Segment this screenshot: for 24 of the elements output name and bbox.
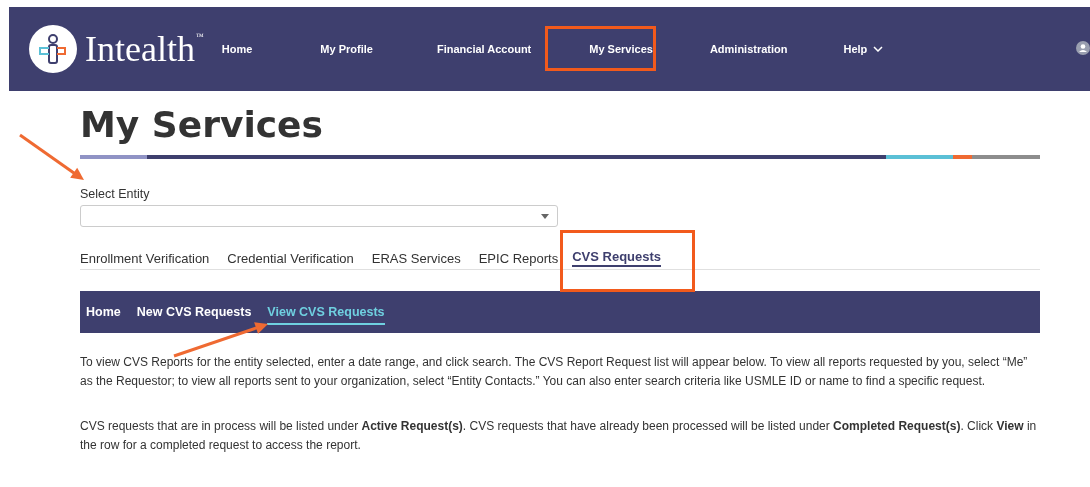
nav-link[interactable]: My Profile xyxy=(320,43,373,55)
annotation-arrow xyxy=(19,133,84,180)
instruction-text: To view CVS Reports for the entity selected, enter a date range, and click search. The CVS Report Request list will appear below. To view all reports requested by you, select “Me” as the Requestor; to view all reports sent to your organization, select “Entity Contacts.” You can also enter search criteria like USMLE ID or name to find a specific request. xyxy=(80,354,1029,390)
nav-link[interactable]: Administration xyxy=(709,43,788,55)
nav-link[interactable]: Financial Account xyxy=(436,43,532,55)
nav-link[interactable]: My Services xyxy=(589,43,653,55)
tab[interactable]: CVS Requests xyxy=(572,239,662,267)
tab[interactable]: EPIC Reports xyxy=(478,239,559,269)
nav-link[interactable]: Help xyxy=(843,43,884,55)
tab[interactable]: Enrollment Verification xyxy=(80,239,210,269)
trademark-mark: ™ xyxy=(195,32,204,41)
logo-icon xyxy=(29,25,77,73)
subnav-link[interactable]: View CVS Requests xyxy=(267,299,385,325)
subnav-link[interactable]: Home xyxy=(86,299,121,325)
tab[interactable]: ERAS Services xyxy=(371,239,461,269)
field-label: Select Entity xyxy=(80,187,151,201)
subnav-link[interactable]: New CVS Requests xyxy=(136,299,252,325)
page-title: My Services xyxy=(80,103,324,147)
tab[interactable]: Credential Verification xyxy=(227,239,354,269)
instruction-text: CVS requests that are in process will be listed under Active Request(s). CVS requests that have already been processed will be listed under Completed Request(s). Click View in the row for a completed request to access the report. xyxy=(80,418,1038,454)
nav-link[interactable]: Home xyxy=(221,43,253,55)
dropdown-caret-icon xyxy=(541,213,549,219)
logo-text: Intealth xyxy=(85,28,195,70)
user-avatar-icon[interactable] xyxy=(1076,41,1090,55)
